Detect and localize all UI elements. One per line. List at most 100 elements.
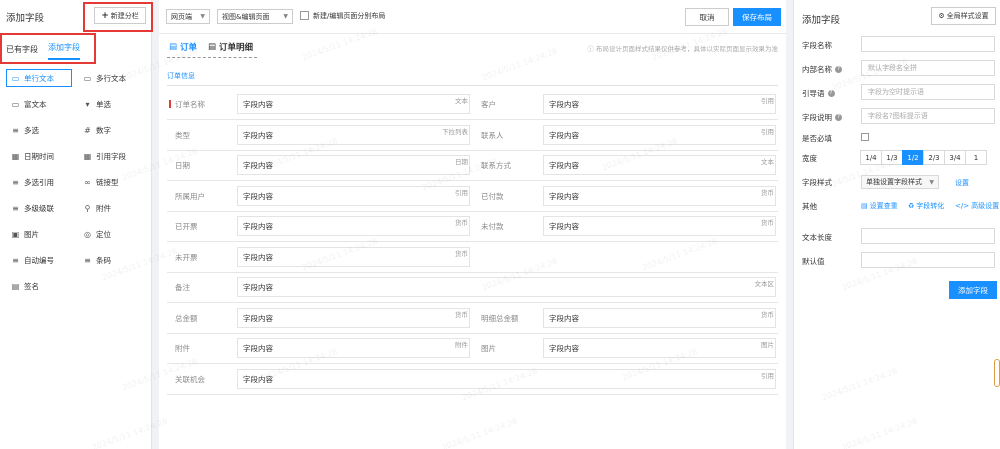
form-field-label: 未付款 (481, 222, 504, 231)
page-type-select[interactable]: 网页端 ▼ (166, 9, 210, 24)
form-field-label: 明细总金额 (481, 313, 519, 323)
code-icon: </> (955, 202, 970, 210)
field-type-button[interactable]: ≡ 多选引用 (6, 173, 72, 191)
tab-add-fields[interactable]: 添加字段 (48, 42, 80, 60)
text-length-label: 文本长度 (802, 233, 832, 242)
add-field-button[interactable]: 添加字段 (949, 281, 997, 299)
field-type-button[interactable]: ▤ 签名 (6, 277, 72, 295)
advanced-settings-link[interactable]: </> 高级设置 (955, 201, 999, 211)
field-type-icon: ≡ (12, 203, 19, 213)
plus-icon: + (101, 10, 109, 21)
field-type-button[interactable]: ▭ 多行文本 (78, 69, 144, 87)
tab-order-label: 订单 (180, 43, 198, 53)
form-field-cell[interactable]: 未付款 字段内容 货币 (473, 214, 778, 238)
form-field-label: 关联机会 (175, 374, 205, 384)
field-type-label: 多行文本 (96, 73, 126, 83)
field-type-button[interactable]: ▦ 日期时间 (6, 147, 72, 165)
recycle-icon: ♻ (908, 202, 915, 210)
tab-order-detail[interactable]: ▤ 订单明细 (208, 41, 253, 53)
form-field-value: 字段内容 (243, 374, 273, 384)
default-value-input[interactable] (861, 252, 995, 268)
form-field-cell[interactable]: 日期 字段内容 日期 (167, 153, 472, 177)
form-field-cell[interactable]: 关联机会 字段内容 引用 (167, 367, 778, 391)
view-mode-select[interactable]: 视图&编辑页面 ▼ (217, 9, 293, 24)
field-type-button[interactable]: ∞ 链接型 (78, 173, 144, 191)
tab-underline (167, 57, 257, 58)
form-field-value: 字段内容 (549, 344, 579, 353)
field-type-button[interactable]: ≡ 多级级联 (6, 199, 72, 217)
form-field-cell[interactable]: 客户 字段内容 引用 (473, 92, 778, 116)
field-type-icon: ≡ (12, 255, 19, 265)
field-type-tag: 引用 (761, 371, 774, 380)
global-style-button[interactable]: ⚙ 全局样式设置 (931, 7, 996, 25)
form-field-value: 字段内容 (243, 161, 273, 170)
form-field-cell[interactable]: 所属用户 字段内容 引用 (167, 184, 472, 208)
width-option[interactable]: 1/2 (902, 150, 924, 165)
field-name-input[interactable] (861, 36, 995, 52)
form-field-cell[interactable]: 总金额 字段内容 货币 (167, 306, 472, 330)
scrollbar-thumb[interactable] (994, 359, 1000, 387)
form-field-cell[interactable]: 类型 字段内容 下拉列表 (167, 123, 472, 147)
field-type-tag: 货币 (761, 188, 774, 197)
field-type-icon: ≡ (12, 125, 19, 135)
cancel-button[interactable]: 取消 (685, 8, 729, 26)
internal-name-input[interactable]: 默认字段名全拼 (861, 60, 995, 76)
field-name-label: 字段名称 (802, 41, 832, 50)
field-type-button[interactable]: ⚲ 附件 (78, 199, 144, 217)
width-option[interactable]: 1/4 (860, 150, 882, 165)
save-layout-button[interactable]: 保存布局 (733, 8, 781, 26)
field-type-button[interactable]: ▭ 单行文本 (6, 69, 72, 87)
form-field-cell[interactable]: 附件 字段内容 附件 (167, 336, 472, 360)
field-type-label: 图片 (24, 229, 39, 239)
form-field-cell[interactable]: 已付款 字段内容 货币 (473, 184, 778, 208)
form-field-label: 已开票 (175, 222, 198, 231)
field-type-button[interactable]: ≡ 自动编号 (6, 251, 72, 269)
form-field-label: 日期 (175, 161, 190, 170)
field-style-select[interactable]: 单独设置字段样式 ▼ (861, 175, 939, 189)
field-desc-input[interactable]: 字段名?图标提示语 (861, 108, 995, 124)
dedupe-settings-link[interactable]: ▤ 设置查重 (861, 201, 898, 211)
row-divider (167, 241, 778, 242)
field-type-tag: 下拉列表 (442, 127, 468, 136)
form-field-cell[interactable]: 联系方式 字段内容 文本 (473, 153, 778, 177)
form-field-value: 字段内容 (549, 191, 579, 201)
width-option[interactable]: 2/3 (923, 150, 945, 165)
width-option[interactable]: 1/3 (881, 150, 903, 165)
field-type-button[interactable]: ▣ 图片 (6, 225, 72, 243)
form-field-cell[interactable]: 已开票 字段内容 货币 (167, 214, 472, 238)
form-tabs: ▤ 订单 ▤ 订单明细 ⓘ 布局设计页面样式结果仅供参考，具体以实际页面显示效果… (159, 35, 786, 59)
field-type-button[interactable]: # 数字 (78, 121, 144, 139)
form-field-cell[interactable]: 备注 字段内容 文本区 (167, 275, 778, 299)
guide-input[interactable]: 字段为空时提示语 (861, 84, 995, 100)
new-column-button[interactable]: + 新建分栏 (94, 7, 146, 24)
field-type-label: 定位 (96, 229, 111, 239)
form-field-value: 字段内容 (243, 313, 273, 323)
tab-order[interactable]: ▤ 订单 (169, 41, 197, 53)
field-type-button[interactable]: ◎ 定位 (78, 225, 144, 243)
form-field-cell[interactable]: 明细总金额 字段内容 货币 (473, 306, 778, 330)
field-type-button[interactable]: ≡ 多选 (6, 121, 72, 139)
field-type-tag: 引用 (455, 188, 468, 197)
field-type-button[interactable]: ▾ 单选 (78, 95, 144, 113)
width-option[interactable]: 3/4 (944, 150, 966, 165)
style-settings-link[interactable]: 设置 (955, 178, 969, 188)
field-type-icon: ◎ (84, 229, 91, 239)
field-convert-link[interactable]: ♻ 字段转化 (908, 201, 944, 211)
form-field-cell[interactable]: 未开票 字段内容 货币 (167, 245, 472, 269)
form-field-cell[interactable]: 图片 字段内容 图片 (473, 336, 778, 360)
split-layout-checkbox[interactable] (300, 11, 309, 20)
width-option[interactable]: 1 (965, 150, 987, 165)
document-icon: ▤ (169, 42, 178, 52)
form-field-value: 字段内容 (243, 191, 273, 201)
form-field-cell[interactable]: 联系人 字段内容 引用 (473, 123, 778, 147)
required-checkbox[interactable] (861, 133, 869, 141)
field-type-icon: ▤ (11, 281, 20, 291)
field-type-button[interactable]: ▦ 引用字段 (78, 147, 144, 165)
help-icon: ? (827, 90, 835, 97)
form-field-cell[interactable]: 订单名称 字段内容 文本 (167, 92, 472, 116)
field-desc-label: 字段说明? (802, 112, 842, 123)
text-length-input[interactable] (861, 228, 995, 244)
field-type-button[interactable]: ≡ 条码 (78, 251, 144, 269)
field-type-button[interactable]: ▭ 富文本 (6, 95, 72, 113)
tab-existing-fields[interactable]: 已有字段 (6, 44, 38, 60)
